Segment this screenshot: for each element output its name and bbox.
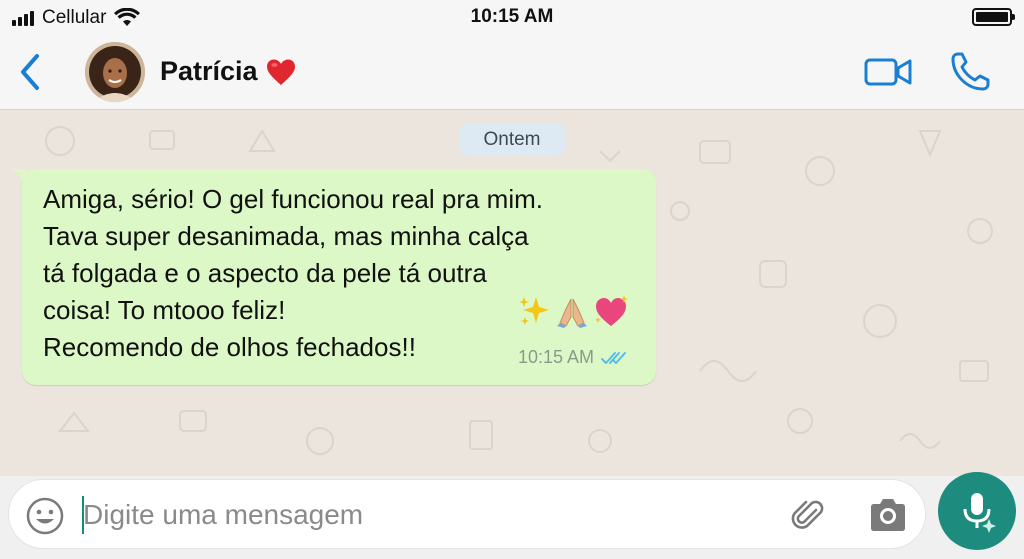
phone-icon bbox=[951, 52, 990, 91]
camera-button[interactable] bbox=[867, 496, 909, 534]
message-bubble[interactable]: Amiga, sério! O gel funcionou real pra m… bbox=[12, 169, 656, 385]
voice-call-button[interactable] bbox=[948, 50, 996, 94]
message-time: 10:15 AM bbox=[518, 347, 595, 367]
clock: 10:15 AM bbox=[470, 6, 554, 27]
battery-icon bbox=[972, 8, 1015, 26]
avatar-photo bbox=[85, 42, 145, 102]
message-emojis bbox=[516, 293, 630, 329]
compose-bar bbox=[0, 472, 1024, 559]
folded-hands-icon bbox=[557, 298, 587, 328]
microphone-icon bbox=[963, 493, 996, 533]
message-meta: 10:15 AM bbox=[518, 347, 628, 368]
sparkling-heart-icon bbox=[595, 295, 628, 326]
chat-area[interactable]: Ontem Amiga, sério! O gel funcionou real… bbox=[0, 111, 1024, 476]
sparkles-icon bbox=[519, 297, 549, 325]
emoji-button[interactable] bbox=[25, 496, 65, 536]
paperclip-icon bbox=[791, 500, 824, 529]
message-input[interactable] bbox=[83, 492, 763, 538]
back-button[interactable] bbox=[10, 50, 50, 94]
message-text: Amiga, sério! O gel funcionou real pra m… bbox=[43, 184, 543, 362]
attach-button[interactable] bbox=[789, 496, 829, 536]
emoji-smile-icon bbox=[26, 497, 64, 535]
message-composer[interactable] bbox=[8, 479, 926, 549]
chat-header: Patrícia bbox=[0, 34, 1024, 110]
date-separator: Ontem bbox=[459, 123, 565, 156]
camera-icon bbox=[871, 499, 905, 531]
video-call-button[interactable] bbox=[862, 54, 916, 90]
double-check-read-icon bbox=[601, 351, 627, 364]
red-heart-icon bbox=[266, 59, 295, 85]
video-camera-icon bbox=[864, 58, 912, 86]
chevron-left-icon bbox=[21, 54, 39, 90]
status-bar: Cellular 10:15 AM bbox=[0, 0, 1024, 34]
contact-name[interactable]: Patrícia bbox=[160, 56, 296, 87]
contact-name-label: Patrícia bbox=[160, 56, 258, 86]
contact-avatar[interactable] bbox=[85, 42, 145, 102]
voice-record-button[interactable] bbox=[938, 472, 1016, 550]
